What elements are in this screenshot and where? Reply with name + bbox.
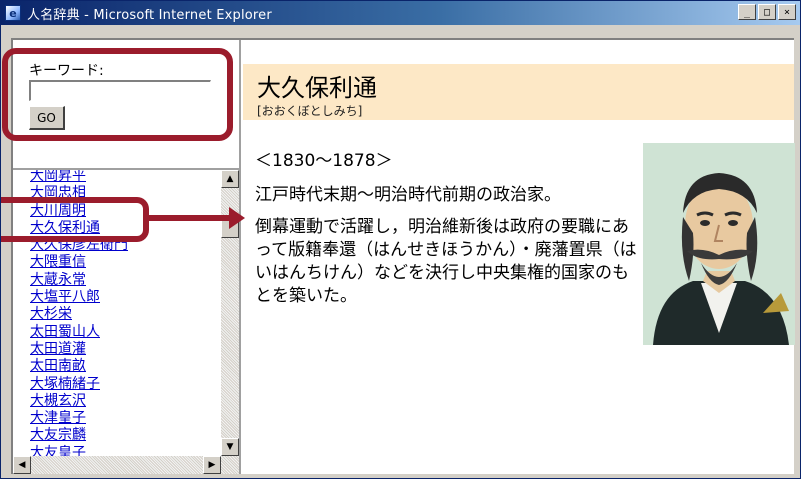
list-item[interactable]: 太田道灌 (30, 341, 205, 358)
list-item[interactable]: 大蔵永常 (30, 272, 205, 289)
list-item[interactable]: 大杉栄 (30, 306, 205, 323)
entry-name: 大久保利通 (257, 74, 377, 102)
scroll-left-icon[interactable]: ◀ (13, 456, 31, 474)
list-item[interactable]: 大隈重信 (30, 254, 205, 271)
entry-pane: 大久保利通 [おおくぼとしみち] ＜1830〜1878＞ 江戸時代末期〜明治時代… (241, 40, 795, 474)
ie-icon: e (5, 5, 21, 21)
entry-description: 倒幕運動で活躍し，明治維新後は政府の要職にあって版籍奉還（はんせきほうかん）・廃… (255, 217, 637, 306)
entry-era: 江戸時代末期〜明治時代前期の政治家。 (255, 185, 561, 205)
maximize-button[interactable]: □ (758, 4, 776, 20)
entry-reading: [おおくぼとしみち] (257, 104, 363, 118)
window-title: 人名辞典 - Microsoft Internet Explorer (27, 7, 272, 23)
browser-window: e 人名辞典 - Microsoft Internet Explorer _ □… (0, 0, 801, 479)
scroll-down-icon[interactable]: ▼ (221, 438, 239, 456)
list-item[interactable]: 太田蜀山人 (30, 324, 205, 341)
list-item[interactable]: 太田南畝 (30, 358, 205, 375)
list-item[interactable]: 大槻玄沢 (30, 393, 205, 410)
title-bar[interactable]: e 人名辞典 - Microsoft Internet Explorer _ □… (1, 1, 800, 25)
window-controls: _ □ × (738, 4, 796, 20)
entry-header: 大久保利通 [おおくぼとしみち] (243, 64, 794, 120)
list-item[interactable]: 大岡昇平 (30, 170, 205, 185)
search-highlight-frame (2, 48, 233, 141)
list-item[interactable]: 大塩平八郎 (30, 289, 205, 306)
minimize-button[interactable]: _ (738, 4, 756, 20)
selected-item-highlight-frame (1, 197, 149, 242)
portrait-image (643, 143, 795, 345)
arrow-right-icon (229, 207, 245, 229)
list-item[interactable]: 大津皇子 (30, 410, 205, 427)
list-item[interactable]: 大友宗麟 (30, 427, 205, 444)
entry-years: ＜1830〜1878＞ (255, 151, 393, 171)
portrait-illustration (643, 143, 795, 345)
list-item[interactable]: 大塚楠緒子 (30, 376, 205, 393)
scroll-right-icon[interactable]: ▶ (203, 456, 221, 474)
annotation-arrow-shaft (149, 215, 231, 221)
horizontal-scrollbar[interactable]: ◀ ▶ (13, 456, 239, 474)
close-button[interactable]: × (778, 4, 796, 20)
scroll-up-icon[interactable]: ▲ (221, 170, 239, 188)
